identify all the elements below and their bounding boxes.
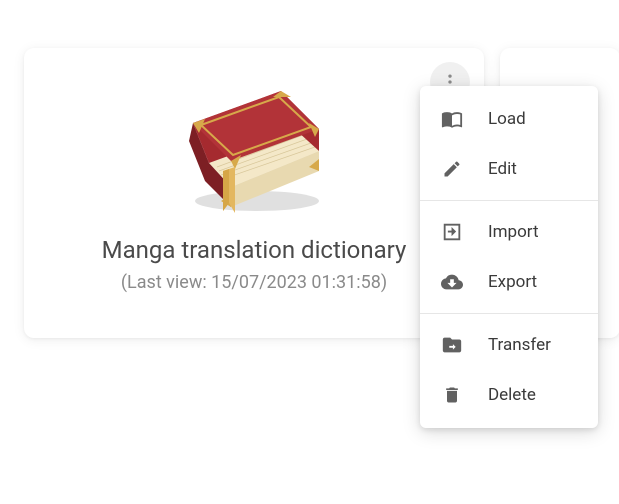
trash-icon bbox=[440, 383, 464, 407]
pencil-icon bbox=[440, 157, 464, 181]
import-icon bbox=[440, 220, 464, 244]
book-open-icon bbox=[440, 107, 464, 131]
menu-item-load[interactable]: Load bbox=[420, 94, 598, 144]
menu-item-label: Load bbox=[488, 109, 526, 129]
folder-arrow-icon bbox=[440, 333, 464, 357]
menu-item-export[interactable]: Export bbox=[420, 257, 598, 307]
menu-item-label: Delete bbox=[488, 385, 536, 405]
card-title: Manga translation dictionary bbox=[102, 236, 407, 264]
menu-item-transfer[interactable]: Transfer bbox=[420, 320, 598, 370]
card-subtitle: (Last view: 15/07/2023 01:31:58) bbox=[121, 272, 387, 293]
menu-item-label: Edit bbox=[488, 159, 517, 179]
menu-item-import[interactable]: Import bbox=[420, 207, 598, 257]
card-context-menu: Load Edit Import Export bbox=[420, 86, 598, 428]
menu-divider bbox=[420, 313, 598, 314]
menu-item-edit[interactable]: Edit bbox=[420, 144, 598, 194]
menu-item-label: Export bbox=[488, 272, 537, 292]
menu-item-delete[interactable]: Delete bbox=[420, 370, 598, 420]
menu-item-label: Transfer bbox=[488, 335, 551, 355]
menu-divider bbox=[420, 200, 598, 201]
book-icon bbox=[164, 58, 344, 228]
menu-item-label: Import bbox=[488, 222, 539, 242]
cloud-download-icon bbox=[440, 270, 464, 294]
dictionary-card[interactable]: Manga translation dictionary (Last view:… bbox=[24, 48, 484, 338]
